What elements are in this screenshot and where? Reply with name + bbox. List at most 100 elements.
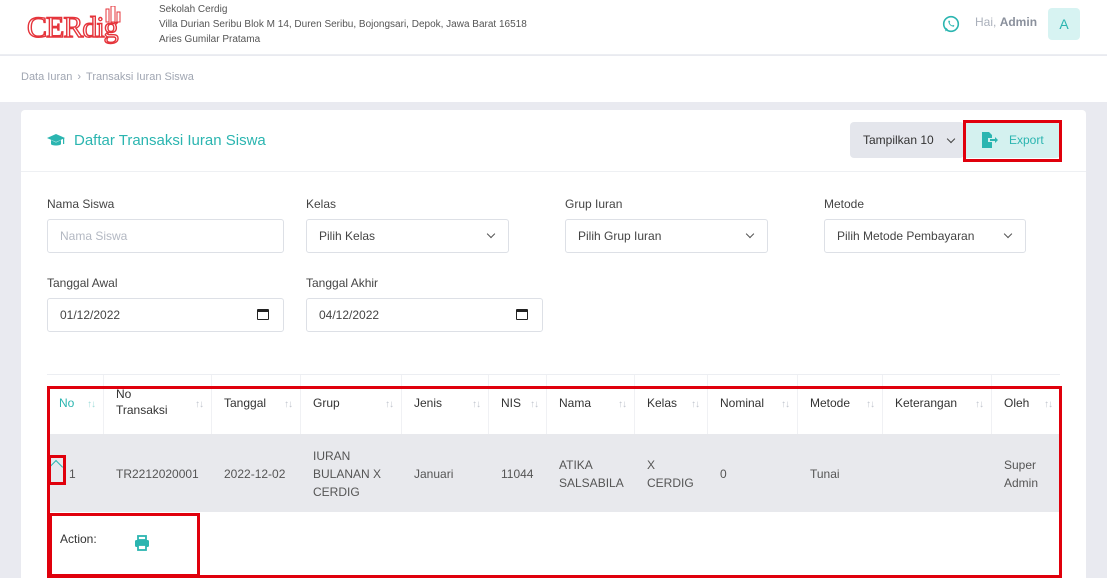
page-title: Daftar Transaksi Iuran Siswa — [74, 132, 266, 149]
export-button[interactable]: Export — [964, 122, 1060, 158]
action-label: Action: — [60, 532, 97, 546]
tanggal-akhir-input[interactable]: 04/12/2022 — [306, 298, 543, 332]
sort-icon: ↑↓ — [781, 399, 790, 410]
cell-keterangan — [883, 434, 992, 512]
cell-grup: IURAN BULANAN X CERDIG — [301, 434, 402, 512]
column-header-nama[interactable]: Nama ↑↓ — [547, 375, 635, 435]
breadcrumb-current: Transaksi Iuran Siswa — [86, 71, 194, 83]
graduation-cap-icon — [47, 134, 65, 146]
sort-icon: ↑↓ — [284, 399, 293, 410]
sort-icon: ↑↓ — [385, 399, 394, 410]
sort-icon: ↑↓ — [530, 399, 539, 410]
nama-siswa-input[interactable]: Nama Siswa — [47, 219, 284, 253]
school-owner: Aries Gumilar Pratama — [159, 34, 261, 45]
breadcrumb: Data Iuran › Transaksi Iuran Siswa — [21, 71, 194, 83]
column-header-grup[interactable]: Grup ↑↓ — [301, 375, 402, 435]
export-label: Export — [1009, 133, 1044, 147]
cell-value: Tunai — [810, 467, 840, 481]
chevron-up-icon[interactable] — [48, 459, 64, 475]
cell-value: 11044 — [501, 467, 534, 481]
column-header-nominal[interactable]: Nominal ↑↓ — [708, 375, 798, 435]
greeting-name: Admin — [999, 15, 1038, 29]
top-header: CERdig Sekolah Cerdig Villa Durian Serib… — [0, 0, 1107, 55]
table-header: No ↑↓ No Transaksi ↑↓ Tanggal ↑↓ Grup ↑↓ Jen… — [47, 374, 1060, 435]
column-label: No Transaksi — [116, 387, 168, 417]
cell-value: 2022-12-02 — [224, 467, 286, 481]
school-info: Sekolah Cerdig Villa Durian Seribu Blok … — [159, 2, 527, 47]
school-address: Villa Durian Seribu Blok M 14, Duren Ser… — [159, 19, 527, 30]
column-header-oleh[interactable]: Oleh ↑↓ — [992, 375, 1060, 435]
chevron-down-icon — [946, 134, 956, 144]
sort-icon: ↑↓ — [87, 399, 96, 410]
breadcrumb-parent[interactable]: Data Iuran — [21, 71, 72, 83]
greeting: Hai, Admin — [975, 15, 1037, 29]
sort-icon: ↑↓ — [975, 399, 984, 410]
column-header-no[interactable]: No ↑↓ — [47, 375, 104, 435]
column-label: Nama — [559, 396, 592, 410]
column-label: Oleh — [1004, 396, 1030, 410]
breadcrumb-bar: Data Iuran › Transaksi Iuran Siswa — [0, 56, 1107, 102]
column-label: Keterangan — [895, 396, 958, 410]
svg-text:CERdig: CERdig — [27, 11, 119, 44]
cell-nominal: 0 — [708, 434, 798, 512]
calendar-icon[interactable] — [516, 309, 528, 320]
cell-no: 1 — [47, 434, 104, 512]
whatsapp-icon[interactable] — [942, 15, 960, 33]
column-header-jenis[interactable]: Jenis ↑↓ — [402, 375, 489, 435]
chevron-down-icon — [745, 229, 755, 239]
file-export-icon — [982, 132, 998, 148]
sort-icon: ↑↓ — [866, 399, 875, 410]
cell-oleh: Super Admin — [992, 434, 1060, 512]
chevron-down-icon — [1003, 229, 1013, 239]
metode-select-value: Pilih Metode Pembayaran — [837, 229, 975, 243]
cell-metode: Tunai — [798, 434, 883, 512]
metode-select[interactable]: Pilih Metode Pembayaran — [824, 219, 1026, 253]
sort-icon: ↑↓ — [195, 399, 204, 410]
cerdig-logo[interactable]: CERdig — [27, 6, 147, 46]
cell-value: TR2212020001 — [116, 467, 199, 481]
cell-value: IURAN BULANAN X CERDIG — [313, 449, 382, 499]
tanggal-awal-input[interactable]: 01/12/2022 — [47, 298, 284, 332]
cell-value: Super Admin — [1004, 458, 1039, 490]
avatar[interactable]: A — [1048, 8, 1080, 40]
column-label: Jenis — [414, 396, 443, 410]
column-header-no-transaksi[interactable]: No Transaksi ↑↓ — [104, 375, 212, 435]
page-size-label: Tampilkan 10 — [863, 133, 934, 147]
tanggal-akhir-value: 04/12/2022 — [319, 308, 380, 322]
cell-value: X CERDIG — [647, 458, 694, 490]
sort-icon: ↑↓ — [618, 399, 627, 410]
cell-value: Januari — [414, 467, 454, 481]
sort-icon: ↑↓ — [1044, 399, 1053, 410]
grup-iuran-select[interactable]: Pilih Grup Iuran — [565, 219, 768, 253]
column-header-tanggal[interactable]: Tanggal ↑↓ — [212, 375, 301, 435]
card-header: Daftar Transaksi Iuran Siswa Tampilkan 1… — [21, 110, 1086, 172]
column-header-metode[interactable]: Metode ↑↓ — [798, 375, 883, 435]
school-name: Sekolah Cerdig — [159, 4, 228, 15]
column-label: Metode — [810, 396, 851, 410]
column-header-kelas[interactable]: Kelas ↑↓ — [635, 375, 708, 435]
tanggal-awal-value: 01/12/2022 — [60, 308, 121, 322]
grup-iuran-label: Grup Iuran — [565, 197, 623, 211]
cell-value: ATIKA SALSABILA — [559, 458, 624, 490]
kelas-select[interactable]: Pilih Kelas — [306, 219, 509, 253]
kelas-label: Kelas — [306, 197, 337, 211]
calendar-icon[interactable] — [257, 309, 269, 320]
column-label: Tanggal — [224, 396, 267, 410]
chevron-down-icon — [486, 229, 496, 239]
cell-value: 1 — [69, 467, 76, 481]
column-header-keterangan[interactable]: Keterangan ↑↓ — [883, 375, 992, 435]
tanggal-awal-label: Tanggal Awal — [47, 276, 118, 290]
column-label: Nominal — [720, 396, 765, 410]
cell-kelas: X CERDIG — [635, 434, 708, 512]
row-action-panel: Action: — [47, 512, 1060, 578]
cell-tanggal: 2022-12-02 — [212, 434, 301, 512]
cell-nis: 11044 — [489, 434, 547, 512]
tanggal-akhir-label: Tanggal Akhir — [306, 276, 379, 290]
print-icon[interactable] — [134, 535, 150, 551]
table-row[interactable]: 1 TR2212020001 2022-12-02 IURAN BULANAN … — [47, 434, 1060, 512]
cell-nama: ATIKA SALSABILA — [547, 434, 635, 512]
page-size-dropdown[interactable]: Tampilkan 10 — [850, 122, 964, 158]
column-label: No — [59, 396, 75, 410]
breadcrumb-separator: › — [77, 71, 82, 83]
column-header-nis[interactable]: NIS ↑↓ — [489, 375, 547, 435]
